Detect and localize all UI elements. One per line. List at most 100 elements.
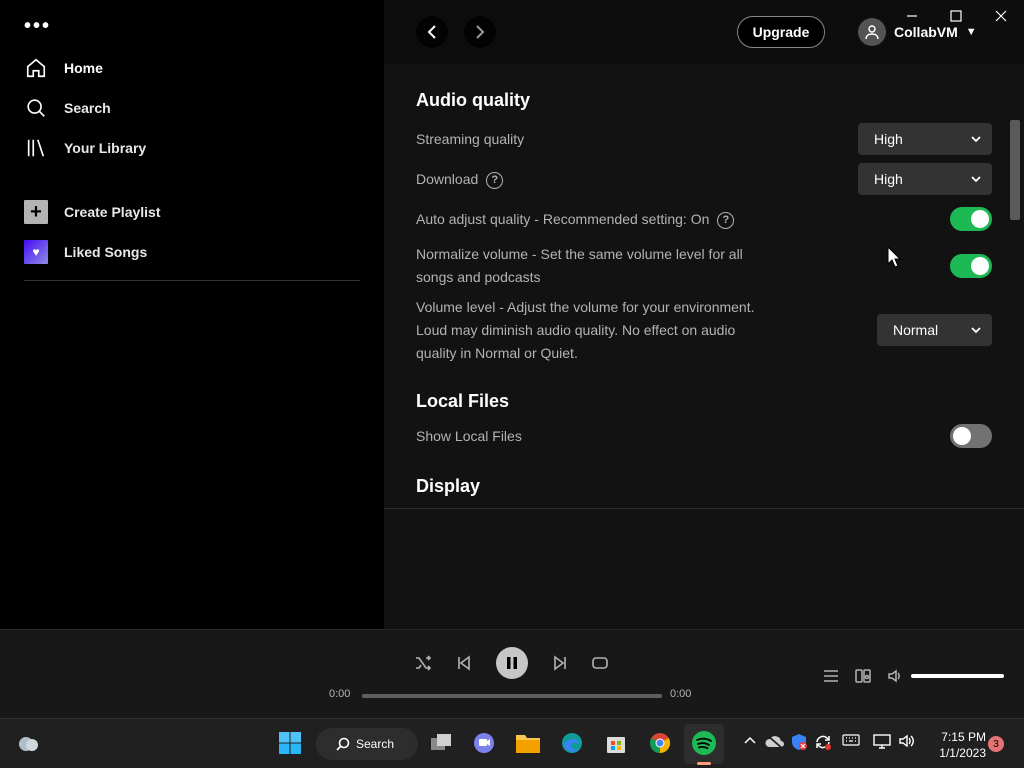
- download-quality-select[interactable]: High: [858, 163, 992, 195]
- duration-time: 0:00: [670, 688, 692, 700]
- clock-time: 7:15 PM: [941, 730, 986, 744]
- clock[interactable]: 7:15 PM 1/1/2023: [930, 729, 986, 761]
- clock-date: 1/1/2023: [939, 746, 986, 760]
- spotify-icon: [690, 729, 718, 757]
- chevron-down-icon: [971, 176, 981, 183]
- library-icon: [24, 136, 48, 160]
- download-label: Download: [416, 171, 479, 187]
- nav-library[interactable]: Your Library: [24, 136, 146, 160]
- pause-button[interactable]: [496, 647, 528, 679]
- streaming-quality-label: Streaming quality: [416, 131, 525, 147]
- help-icon[interactable]: ?: [717, 211, 735, 229]
- download-row: Download?: [416, 168, 504, 191]
- chevron-down-icon: [971, 327, 981, 334]
- chevron-up-icon[interactable]: [743, 733, 757, 750]
- auto-adjust-label: Auto adjust quality - Recommended settin…: [416, 211, 710, 227]
- maximize-icon[interactable]: [946, 6, 966, 26]
- taskbar: Search 7:15 PM 1/1/2023 3: [0, 718, 1024, 768]
- mouse-cursor-icon: [887, 246, 901, 268]
- speaker-icon[interactable]: [898, 733, 916, 752]
- notification-badge[interactable]: 3: [988, 736, 1004, 752]
- local-files-heading: Local Files: [416, 391, 510, 411]
- streaming-quality-select[interactable]: High: [858, 123, 992, 155]
- teams-chat-icon[interactable]: [470, 729, 498, 757]
- volume-level-label: Volume level - Adjust the volume for you…: [416, 296, 755, 365]
- liked-songs-icon-wrap: ♥: [24, 240, 48, 264]
- onedrive-icon[interactable]: [765, 733, 785, 752]
- volume-icon[interactable]: [885, 666, 905, 686]
- search-icon: [336, 737, 350, 751]
- caret-down-icon: ▼: [965, 26, 977, 38]
- heart-icon: ♥: [24, 240, 48, 264]
- pause-icon: [507, 657, 517, 669]
- liked-songs[interactable]: ♥ Liked Songs: [24, 240, 147, 264]
- elapsed-time: 0:00: [329, 688, 351, 700]
- volume-level-select[interactable]: Normal: [877, 314, 992, 346]
- more-options-icon[interactable]: •••: [24, 16, 51, 36]
- plus-icon: +: [24, 200, 48, 224]
- normalize-line-1: Normalize volume - Set the same volume l…: [416, 246, 743, 262]
- download-quality-value: High: [874, 171, 903, 187]
- taskbar-search-label: Search: [356, 737, 395, 751]
- progress-bar[interactable]: [362, 694, 662, 698]
- shuffle-icon[interactable]: [413, 653, 433, 673]
- defender-icon[interactable]: [790, 733, 808, 754]
- nav-search[interactable]: Search: [24, 96, 111, 120]
- sync-icon[interactable]: [814, 733, 832, 754]
- windows-start-icon[interactable]: [276, 729, 304, 757]
- streaming-quality-value: High: [874, 131, 903, 147]
- normalize-volume-toggle[interactable]: [950, 254, 992, 278]
- sidebar-divider: [24, 280, 360, 281]
- help-icon[interactable]: ?: [486, 171, 504, 189]
- scrollbar-thumb[interactable]: [1010, 120, 1020, 220]
- player-bar: 0:00 0:00: [0, 629, 1024, 718]
- volume-line-1: Volume level - Adjust the volume for you…: [416, 299, 755, 315]
- show-local-files-toggle[interactable]: [950, 424, 992, 448]
- upgrade-button[interactable]: Upgrade: [737, 16, 825, 48]
- username: CollabVM: [894, 24, 958, 40]
- close-icon[interactable]: [991, 6, 1011, 26]
- weather-icon[interactable]: [14, 729, 42, 757]
- nav-home-label: Home: [64, 60, 103, 76]
- audio-quality-heading: Audio quality: [416, 90, 530, 110]
- taskbar-search[interactable]: Search: [316, 728, 418, 760]
- create-playlist[interactable]: + Create Playlist: [24, 200, 161, 224]
- connect-device-icon[interactable]: [853, 666, 873, 686]
- search-icon: [24, 96, 48, 120]
- toggle-knob: [971, 210, 989, 228]
- sidebar: ••• Home Search Your Library + Create Pl…: [0, 0, 384, 629]
- nav-library-label: Your Library: [64, 140, 147, 156]
- previous-icon[interactable]: [454, 653, 474, 673]
- nav-home[interactable]: Home: [24, 56, 103, 80]
- top-bar: Upgrade CollabVM ▼: [384, 0, 1024, 64]
- display-heading: Display: [416, 476, 481, 496]
- minimize-icon[interactable]: [902, 6, 922, 26]
- auto-adjust-row: Auto adjust quality - Recommended settin…: [416, 208, 735, 231]
- store-icon[interactable]: [602, 729, 630, 757]
- show-local-files-label: Show Local Files: [416, 428, 522, 444]
- normalize-line-2: songs and podcasts: [416, 269, 541, 285]
- home-icon: [24, 56, 48, 80]
- back-button[interactable]: [416, 16, 448, 48]
- forward-button[interactable]: [464, 16, 496, 48]
- network-icon[interactable]: [873, 733, 891, 752]
- main-content: Upgrade CollabVM ▼ Audio quality Streami…: [384, 0, 1024, 629]
- repeat-icon[interactable]: [590, 653, 610, 673]
- active-app-indicator: [697, 762, 711, 765]
- volume-level-value: Normal: [893, 322, 939, 338]
- volume-line-2: Loud may diminish audio quality. No effe…: [416, 322, 736, 338]
- toggle-knob: [953, 427, 971, 445]
- chevron-left-icon: [427, 25, 436, 39]
- auto-adjust-toggle[interactable]: [950, 207, 992, 231]
- normalize-volume-label: Normalize volume - Set the same volume l…: [416, 243, 743, 289]
- chrome-icon[interactable]: [646, 729, 674, 757]
- liked-songs-label: Liked Songs: [64, 244, 148, 260]
- file-explorer-icon[interactable]: [514, 729, 542, 757]
- queue-icon[interactable]: [821, 666, 841, 686]
- nav-search-label: Search: [64, 100, 111, 116]
- next-icon[interactable]: [550, 653, 570, 673]
- edge-icon[interactable]: [558, 729, 586, 757]
- volume-slider[interactable]: [911, 674, 1004, 678]
- keyboard-icon[interactable]: [842, 733, 860, 750]
- task-view-icon[interactable]: [427, 729, 455, 757]
